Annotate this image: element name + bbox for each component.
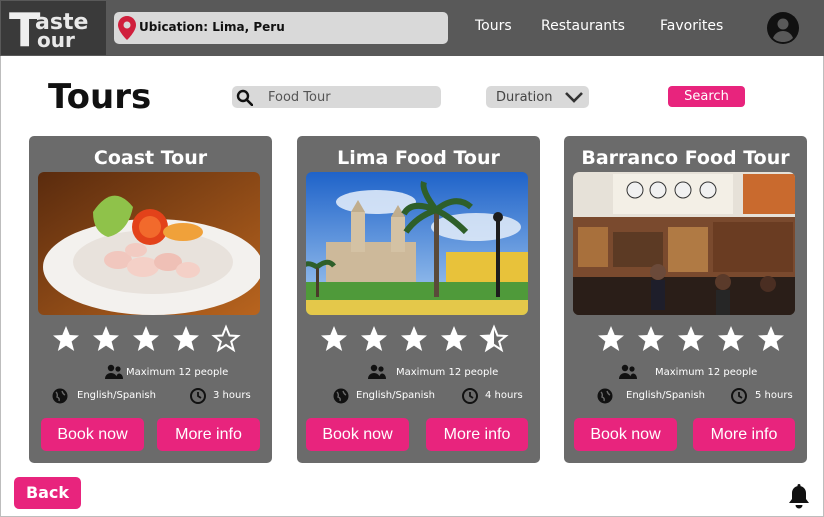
- book-now-button[interactable]: Book now: [574, 418, 677, 451]
- group-icon: [619, 364, 637, 379]
- duration-text: 5 hours: [755, 390, 793, 401]
- clock-icon: [731, 388, 747, 404]
- page-title: Tours: [48, 77, 152, 117]
- star-icon: [758, 326, 784, 351]
- tour-card-lima-food: Lima Food Tour Maximum 12 people English…: [297, 136, 540, 463]
- duration-text: 4 hours: [485, 390, 523, 401]
- duration-label: Duration: [496, 90, 553, 105]
- capacity-text: Maximum 12 people: [655, 367, 758, 378]
- star-icon: [718, 326, 744, 351]
- star-icon: [173, 326, 199, 351]
- star-icon: [53, 326, 79, 351]
- star-icon: [401, 326, 427, 351]
- card-title: Lima Food Tour: [337, 147, 500, 169]
- location-text: Ubication: Lima, Peru: [139, 20, 285, 34]
- card-title: Barranco Food Tour: [581, 147, 790, 169]
- capacity-row: Maximum 12 people: [564, 364, 807, 382]
- nav-tours[interactable]: Tours: [475, 18, 512, 34]
- book-now-button[interactable]: Book now: [41, 418, 144, 451]
- more-info-button[interactable]: More info: [693, 418, 795, 451]
- logo-word-2: our: [37, 28, 75, 52]
- tour-card-coast: Coast Tour Maximum 12 people English/Spa…: [29, 136, 272, 463]
- clock-icon: [462, 388, 478, 404]
- capacity-text: Maximum 12 people: [396, 367, 499, 378]
- tour-photo-ceviche[interactable]: [38, 172, 260, 315]
- star-half-icon: [479, 324, 509, 353]
- search-icon: [236, 89, 253, 106]
- language-text: English/Spanish: [626, 390, 705, 401]
- star-icon: [441, 326, 467, 351]
- capacity-row: Maximum 12 people: [29, 364, 272, 382]
- group-icon: [105, 364, 123, 379]
- star-icon: [133, 326, 159, 351]
- nav-favorites[interactable]: Favorites: [660, 18, 723, 34]
- star-icon: [321, 326, 347, 351]
- capacity-row: Maximum 12 people: [297, 364, 540, 382]
- clock-icon: [190, 388, 206, 404]
- star-icon: [638, 326, 664, 351]
- location-pin-icon: [118, 16, 136, 40]
- star-icon: [678, 326, 704, 351]
- user-avatar-icon[interactable]: [767, 12, 799, 44]
- bell-icon[interactable]: [788, 484, 810, 510]
- top-navigation-bar: T aste our Ubication: Lima, Peru Tours R…: [0, 0, 824, 56]
- rating-stars: [321, 324, 509, 353]
- capacity-text: Maximum 12 people: [126, 367, 229, 378]
- nav-restaurants[interactable]: Restaurants: [541, 18, 625, 34]
- back-button[interactable]: Back: [14, 477, 81, 509]
- globe-icon: [52, 388, 68, 404]
- star-outline-icon: [211, 324, 241, 353]
- more-info-button[interactable]: More info: [426, 418, 528, 451]
- search-input[interactable]: Food Tour: [232, 86, 441, 108]
- search-button[interactable]: Search: [668, 86, 745, 107]
- location-field[interactable]: Ubication: Lima, Peru: [114, 12, 448, 44]
- card-title: Coast Tour: [93, 147, 208, 169]
- star-icon: [598, 326, 624, 351]
- duration-dropdown[interactable]: Duration: [486, 86, 589, 108]
- star-icon: [93, 326, 119, 351]
- book-now-button[interactable]: Book now: [306, 418, 409, 451]
- language-text: English/Spanish: [77, 390, 156, 401]
- more-info-button[interactable]: More info: [157, 418, 260, 451]
- star-icon: [361, 326, 387, 351]
- chevron-down-icon: [565, 92, 583, 103]
- rating-stars: [53, 324, 241, 353]
- group-icon: [368, 364, 386, 379]
- tour-photo-barranco-restaurant[interactable]: [573, 172, 795, 315]
- globe-icon: [597, 388, 613, 404]
- tour-card-barranco-food: Barranco Food Tour Maximum 12 people Eng…: [564, 136, 807, 463]
- language-text: English/Spanish: [356, 390, 435, 401]
- duration-text: 3 hours: [213, 390, 251, 401]
- search-placeholder: Food Tour: [268, 90, 331, 105]
- tour-photo-lima-plaza[interactable]: [306, 172, 528, 315]
- globe-icon: [333, 388, 349, 404]
- rating-stars: [598, 326, 784, 351]
- taste-tour-logo[interactable]: T aste our: [1, 1, 106, 55]
